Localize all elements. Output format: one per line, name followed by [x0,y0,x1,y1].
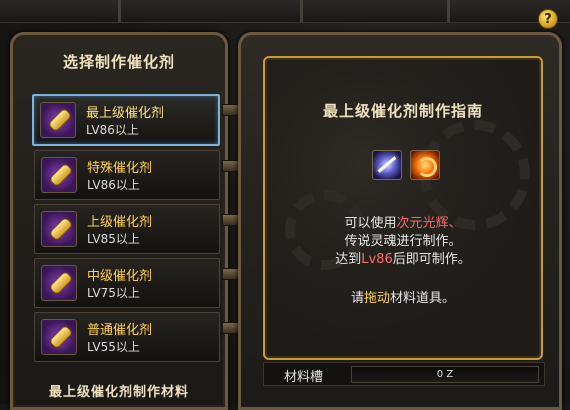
help-button[interactable]: ? [538,9,558,29]
item-level: LV55以上 [87,340,140,354]
catalyst-vial-icon [40,102,76,138]
slot-label: 材料槽 [284,370,324,385]
divider [118,0,121,22]
guide-text-line: 可以使用次元光辉、 [344,216,462,231]
catalyst-vial-icon [41,211,77,247]
item-level: LV86以上 [87,178,140,192]
guide-text-line: 传说灵魂进行制作。 [344,234,462,249]
legend-soul-icon [410,150,440,180]
item-name: 中级催化剂 [87,269,153,284]
material-slot-bar: 材料槽 0 Z [263,362,545,386]
guide-text-line: 请拖动材料道具。 [350,291,456,306]
item-level: LV75以上 [87,286,140,300]
item-name: 最上级催化剂 [86,106,165,121]
catalyst-item-superior[interactable]: 上级催化剂 LV85以上 [34,204,220,254]
top-strip [0,0,570,23]
item-level: LV85以上 [87,232,140,246]
catalyst-item-common[interactable]: 普通催化剂 LV55以上 [34,312,220,362]
catalyst-item-special[interactable]: 特殊催化剂 LV86以上 [34,150,220,200]
materials-heading: 最上级催化剂制作材料 [48,385,189,400]
catalyst-item-intermediate[interactable]: 中级催化剂 LV75以上 [34,258,220,308]
catalyst-vial-icon [41,265,77,301]
item-name: 上级催化剂 [87,215,153,230]
catalyst-item-supreme[interactable]: 最上级催化剂 LV86以上 [32,94,220,146]
item-name: 普通催化剂 [87,323,153,338]
catalyst-vial-icon [41,319,77,355]
item-name: 特殊催化剂 [87,161,153,176]
dimension-light-icon [372,150,402,180]
panel-title: 选择制作催化剂 [62,53,175,71]
guide-title: 最上级催化剂制作指南 [322,102,483,120]
item-level: LV86以上 [86,123,139,137]
divider [300,0,303,22]
help-icon: ? [544,11,552,27]
divider [447,0,450,22]
catalyst-vial-icon [41,157,77,193]
guide-text-line: 达到Lv86后即可制作。 [335,252,471,267]
material-slot[interactable]: 0 Z [351,366,539,383]
